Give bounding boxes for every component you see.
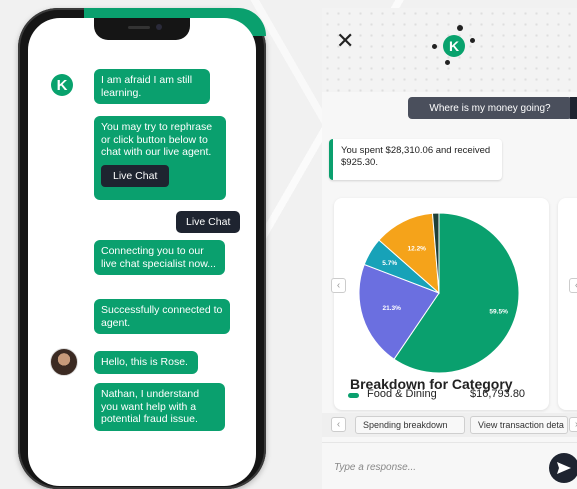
slice-label: 59.5%	[489, 308, 508, 315]
pie-chart: 59.5% 21.3% 5.7% 12.2%	[358, 212, 520, 373]
quick-reply-spending-breakdown[interactable]: Spending breakdown	[355, 416, 465, 434]
legend-value: $16,793.80	[470, 388, 526, 400]
logo-dot	[457, 25, 463, 31]
message-text: You may try to rephrase or click button …	[101, 121, 213, 158]
message-input[interactable]: Type a response...	[334, 462, 416, 473]
logo-dot	[445, 60, 450, 65]
message-text: Live Chat	[186, 216, 231, 228]
slice-label: 21.3%	[382, 305, 401, 312]
quick-reply-prev-button[interactable]: ‹	[331, 417, 346, 432]
message-text: Where is my money going?	[429, 102, 551, 114]
user-message: Live Chat	[176, 211, 241, 233]
user-query-message: Where is my money going?	[408, 97, 572, 119]
phone-notch	[94, 18, 190, 40]
message-text: Connecting you to our live chat speciali…	[101, 245, 216, 270]
message-text: Successfully connected to agent.	[101, 304, 223, 329]
close-icon[interactable]: ✕	[336, 30, 354, 52]
camera-icon	[156, 24, 162, 30]
send-button[interactable]	[549, 453, 577, 483]
message-text: Hello, this is Rose.	[101, 356, 188, 368]
slice-label: 12.2%	[408, 246, 427, 253]
chevron-left-icon: ‹	[336, 280, 341, 291]
carousel-prev-button[interactable]: ‹	[331, 278, 346, 293]
agent-message: Nathan, I understand you want help with …	[94, 383, 225, 431]
speaker-icon	[128, 26, 150, 29]
live-chat-button[interactable]: Live Chat	[101, 164, 170, 187]
quick-reply-bar: ‹ Spending breakdown View transaction de…	[322, 413, 577, 437]
message-text: You spent $28,310.06 and received $925.3…	[341, 145, 491, 168]
next-chart-card[interactable]	[558, 198, 577, 410]
bot-message: Connecting you to our live chat speciali…	[94, 240, 225, 275]
legend-label: Food & Dining	[367, 388, 437, 400]
send-icon	[557, 462, 571, 474]
logo-dot	[470, 38, 475, 43]
scroll-indicator	[570, 97, 577, 119]
legend-swatch	[348, 393, 359, 398]
phone-frame-left: K I am afraid I am still learning. You m…	[18, 8, 266, 489]
carousel-next-button[interactable]: ‹	[569, 278, 577, 293]
app-header: ✕ K	[322, 8, 577, 92]
bot-message: I am afraid I am still learning.	[94, 69, 210, 104]
message-input-bar: Type a response...	[322, 442, 577, 489]
quick-reply-view-transactions[interactable]: View transaction deta	[470, 416, 568, 434]
chevron-left-icon: ‹	[336, 419, 341, 430]
spending-summary-message: You spent $28,310.06 and received $925.3…	[329, 139, 502, 180]
category-chart-card[interactable]: 59.5% 21.3% 5.7% 12.2% Breakdown for Catego…	[334, 198, 549, 410]
slice-label: 5.7%	[382, 260, 397, 267]
chat-screen: K I am afraid I am still learning. You m…	[28, 18, 256, 486]
app-logo: K	[443, 35, 465, 57]
message-text: Nathan, I understand you want help with …	[101, 388, 200, 425]
agent-message: Hello, this is Rose.	[94, 351, 198, 374]
finance-assistant-screen: ✕ K Where is my money going? You spent $…	[322, 8, 577, 489]
logo-dot	[432, 44, 437, 49]
message-text: I am afraid I am still learning.	[101, 74, 193, 99]
agent-avatar	[50, 348, 78, 376]
bot-message: Successfully connected to agent.	[94, 299, 230, 334]
bot-avatar: K	[51, 74, 73, 96]
quick-reply-next-button[interactable]: ›	[569, 417, 577, 432]
bot-message: You may try to rephrase or click button …	[94, 116, 226, 200]
